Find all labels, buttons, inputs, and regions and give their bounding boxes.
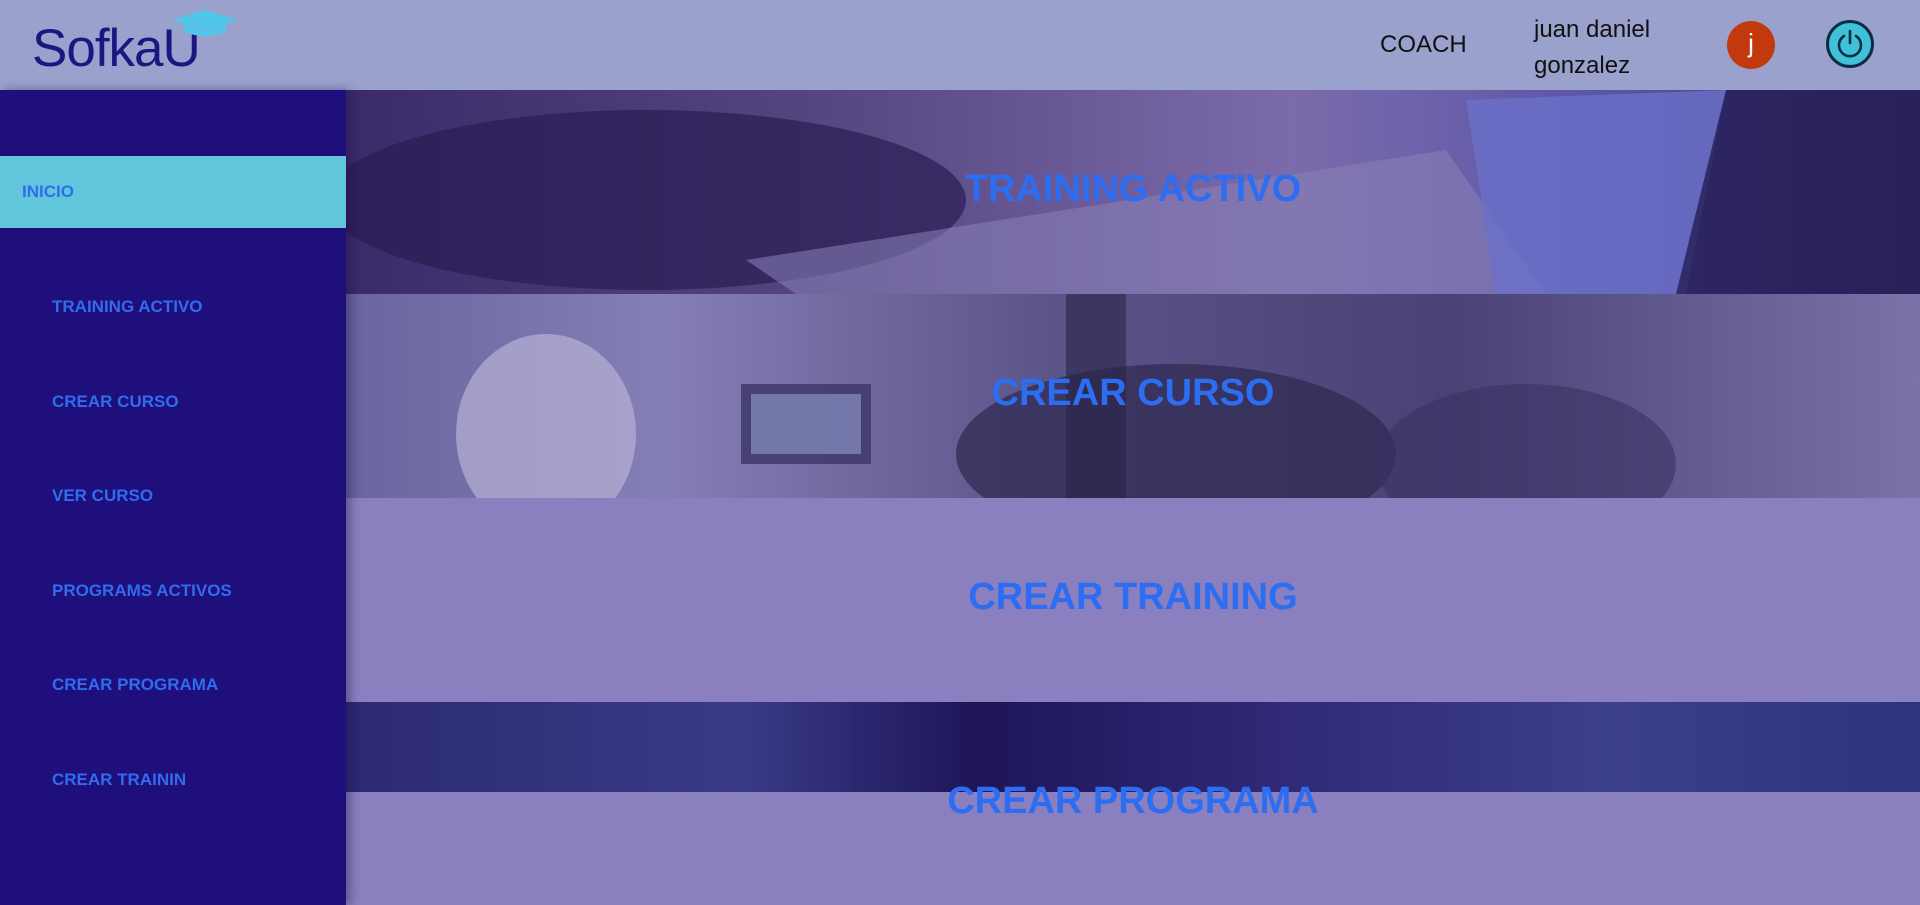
sidebar-item-crear-programa[interactable]: CREAR PROGRAMA xyxy=(52,675,218,695)
logout-button[interactable] xyxy=(1826,20,1874,68)
card-title: TRAINING ACTIVO xyxy=(964,168,1302,210)
background-photo-audience xyxy=(346,702,1920,792)
avatar[interactable]: j xyxy=(1727,21,1775,69)
card-crear-curso[interactable]: CREAR CURSO xyxy=(346,294,1920,498)
user-role: COACH xyxy=(1380,31,1467,58)
sidebar-item-inicio[interactable]: INICIO xyxy=(0,156,346,228)
sidebar-item-crear-trainin[interactable]: CREAR TRAININ xyxy=(52,770,186,790)
card-title: CREAR TRAINING xyxy=(968,576,1298,618)
user-name: juan daniel gonzalez xyxy=(1534,16,1651,79)
power-icon xyxy=(1837,29,1863,58)
card-training-activo[interactable]: TRAINING ACTIVO xyxy=(346,90,1920,294)
card-crear-programa[interactable]: CREAR PROGRAMA xyxy=(346,702,1920,905)
sidebar-item-training-activo[interactable]: TRAINING ACTIVO xyxy=(52,297,202,317)
sidebar-item-crear-curso[interactable]: CREAR CURSO xyxy=(52,392,179,412)
card-title: CREAR PROGRAMA xyxy=(947,780,1319,822)
top-header: SofkaU COACH juan daniel gonzalez j xyxy=(0,0,1920,90)
sidebar-item-ver-curso[interactable]: VER CURSO xyxy=(52,486,153,506)
sofka-u-logo[interactable]: SofkaU xyxy=(30,8,240,78)
sidebar-item-programs-activos[interactable]: PROGRAMS ACTIVOS xyxy=(52,581,232,601)
card-crear-training[interactable]: CREAR TRAINING xyxy=(346,498,1920,702)
graduation-cap-icon xyxy=(172,10,238,36)
sidebar-item-label: INICIO xyxy=(22,182,74,201)
card-title: CREAR CURSO xyxy=(991,372,1275,414)
sidebar: INICIO TRAINING ACTIVO CREAR CURSO VER C… xyxy=(0,90,346,905)
